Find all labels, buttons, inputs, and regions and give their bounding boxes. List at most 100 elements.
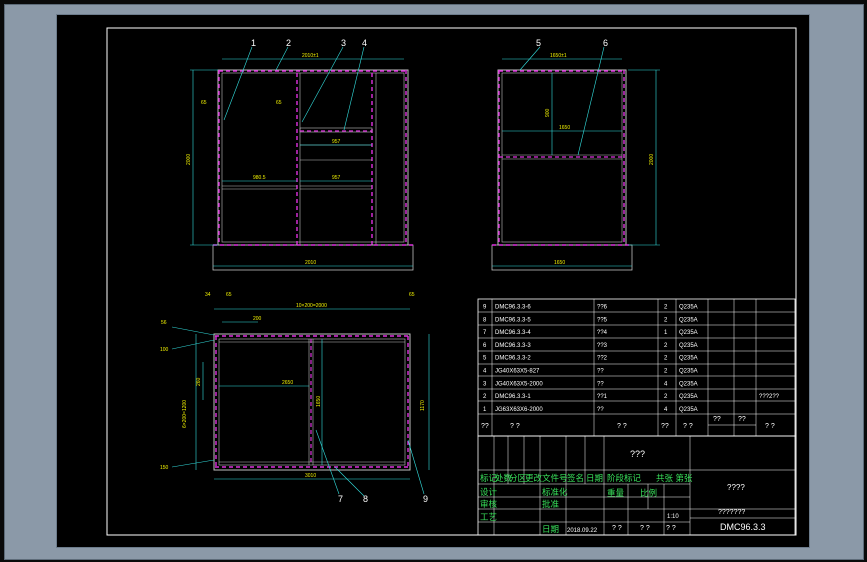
bom-cell-code: DMC96.3.3-5	[495, 317, 531, 323]
bom-cell-name: ??2	[597, 356, 608, 362]
bom-cell-no: 8	[483, 317, 487, 323]
bom-cell-qty: 2	[664, 394, 668, 400]
bom-header-mat: ? ?	[683, 423, 693, 430]
dim-plan-left-b: 65	[226, 292, 232, 298]
bom-cell-code: DMC96.3.3-6	[495, 305, 531, 311]
tb-drawing-no: DMC96.3.3	[720, 522, 766, 532]
tb-label-craft: 工艺	[480, 512, 497, 522]
tb-q2c: ? ?	[666, 525, 676, 532]
callout-4: 4	[362, 38, 367, 48]
bom-cell-code: DMC96.3.3-4	[495, 330, 531, 336]
bom-cell-code: DMC96.3.3-1	[495, 394, 531, 400]
dim-front-small-left: 65	[201, 100, 207, 106]
bom-cell-code: JG40X63X5-2000	[495, 381, 543, 387]
dim-front-cell-2: 957	[332, 139, 341, 145]
inner-border	[106, 27, 797, 536]
bom-cell-code: JG63X63X6-2000	[495, 407, 543, 413]
bom-cell-mat: Q235A	[679, 343, 698, 349]
callout-5: 5	[536, 38, 541, 48]
dim-side-inner-w: 1650	[559, 125, 570, 131]
tb-label-zone: 分区	[509, 473, 527, 483]
callout-9: 9	[423, 494, 428, 504]
callout-8: 8	[363, 494, 368, 504]
bom-cell-note: ???2??	[759, 394, 780, 400]
tb-label-check: 审核	[480, 499, 498, 509]
tb-company: ???	[630, 449, 645, 459]
bom-cell-code: DMC96.3.3-2	[495, 356, 531, 362]
dim-plan-right-h: 1170	[420, 400, 426, 411]
callout-2: 2	[286, 38, 291, 48]
bom-cell-mat: Q235A	[679, 330, 698, 336]
tb-label-design: 设计	[480, 487, 498, 497]
dim-plan-vert-mid: 1650	[316, 396, 322, 407]
bom-header-remark: ? ?	[765, 423, 775, 430]
bom-cell-no: 5	[483, 356, 487, 362]
bom-cell-mat: Q235A	[679, 394, 698, 400]
tb-label-approve: 批准	[542, 499, 560, 509]
tb-label-date: 日期	[586, 473, 603, 483]
dim-plan-mid: 2650	[282, 380, 293, 386]
dim-plan-left-a: 34	[205, 292, 211, 298]
plan-view: 7 8 9 10×200=2000 34 65 200 65 2650 1650…	[160, 292, 430, 504]
bom-cell-name: ??5	[597, 317, 608, 323]
bom-cell-qty: 2	[664, 305, 668, 311]
tb-scale: 1:10	[667, 514, 679, 520]
dim-plan-r2: 100	[160, 347, 169, 353]
bom-cell-name: ??	[597, 369, 604, 375]
dim-front-cell-3: 957	[332, 175, 341, 181]
dim-front-height: 2000	[186, 154, 192, 165]
dim-plan-r1: 56	[161, 320, 167, 326]
callout-7: 7	[338, 494, 343, 504]
dim-plan-r3: 6×200=1200	[182, 400, 188, 428]
dim-plan-200: 200	[253, 316, 262, 322]
tb-label-stage: 阶段标记	[607, 473, 642, 483]
bom-table: 9 DMC96.3.3-6 ??6 2 Q235A8 DMC96.3.3-5 ??5 2 Q23…	[477, 298, 796, 437]
dim-side-top: 1650±1	[550, 53, 567, 59]
bom-cell-qty: 2	[664, 343, 668, 349]
bom-cell-mat: Q235A	[679, 369, 698, 375]
tb-label-sign: 签名	[567, 473, 584, 483]
callout-1: 1	[251, 38, 256, 48]
dim-front-small-mid: 65	[276, 100, 282, 106]
bom-cell-name: ??6	[597, 305, 608, 311]
callout-6: 6	[603, 38, 608, 48]
bom-cell-no: 9	[483, 305, 487, 311]
dim-front-top: 2010±1	[302, 53, 319, 59]
title-block: 标记 处数 分区 更改文件号 签名 日期 设计 标准化 审核 批准 工艺 日期 …	[477, 435, 796, 536]
tb-label-weight: 重量	[607, 488, 625, 498]
tb-date: 2018.09.22	[567, 528, 598, 534]
tb-label-sheet: 共张 第张	[656, 473, 693, 483]
bom-header-total: ??	[738, 416, 746, 423]
bom-cell-name: ??4	[597, 330, 608, 336]
bom-cell-name: ??	[597, 407, 604, 413]
tb-label-ratio: 比例	[640, 488, 657, 498]
tb-q7: ???????	[718, 509, 745, 516]
bom-cell-mat: Q235A	[679, 305, 698, 311]
tb-label-changedoc: 更改文件号	[525, 473, 568, 483]
bom-cell-no: 7	[483, 330, 487, 336]
bom-header-name: ? ?	[617, 423, 627, 430]
bom-header-code: ? ?	[510, 423, 520, 430]
bom-cell-no: 3	[483, 381, 487, 387]
bom-cell-qty: 2	[664, 356, 668, 362]
side-view: 5 6 1650±1 2000 1650 900 1650	[491, 38, 660, 271]
bom-cell-qty: 2	[664, 317, 668, 323]
tb-label-date2: 日期	[542, 524, 559, 534]
bom-cell-no: 4	[483, 369, 487, 375]
bom-cell-name: ??1	[597, 394, 608, 400]
bom-cell-no: 1	[483, 407, 487, 413]
bom-header-no: ??	[481, 423, 489, 430]
bom-cell-code: JG40X63X5-827	[495, 369, 540, 375]
bom-header-qty: ??	[661, 423, 669, 430]
bom-cell-code: DMC96.3.3-3	[495, 343, 531, 349]
dim-plan-r4: 260	[196, 377, 202, 386]
dim-plan-r5: 150	[160, 465, 169, 471]
dim-side-height: 2000	[649, 154, 655, 165]
bom-cell-mat: Q235A	[679, 381, 698, 387]
dim-side-inner-h: 900	[545, 108, 551, 117]
front-view: 1 2 3 4 2010±1 2000 2010 65 65 980.5 957…	[186, 38, 414, 271]
dim-front-cell-1: 980.5	[253, 175, 266, 181]
bom-header-unit: ??	[713, 416, 721, 423]
tb-drawing-name: ????	[727, 483, 745, 492]
dim-plan-top: 10×200=2000	[296, 303, 327, 309]
